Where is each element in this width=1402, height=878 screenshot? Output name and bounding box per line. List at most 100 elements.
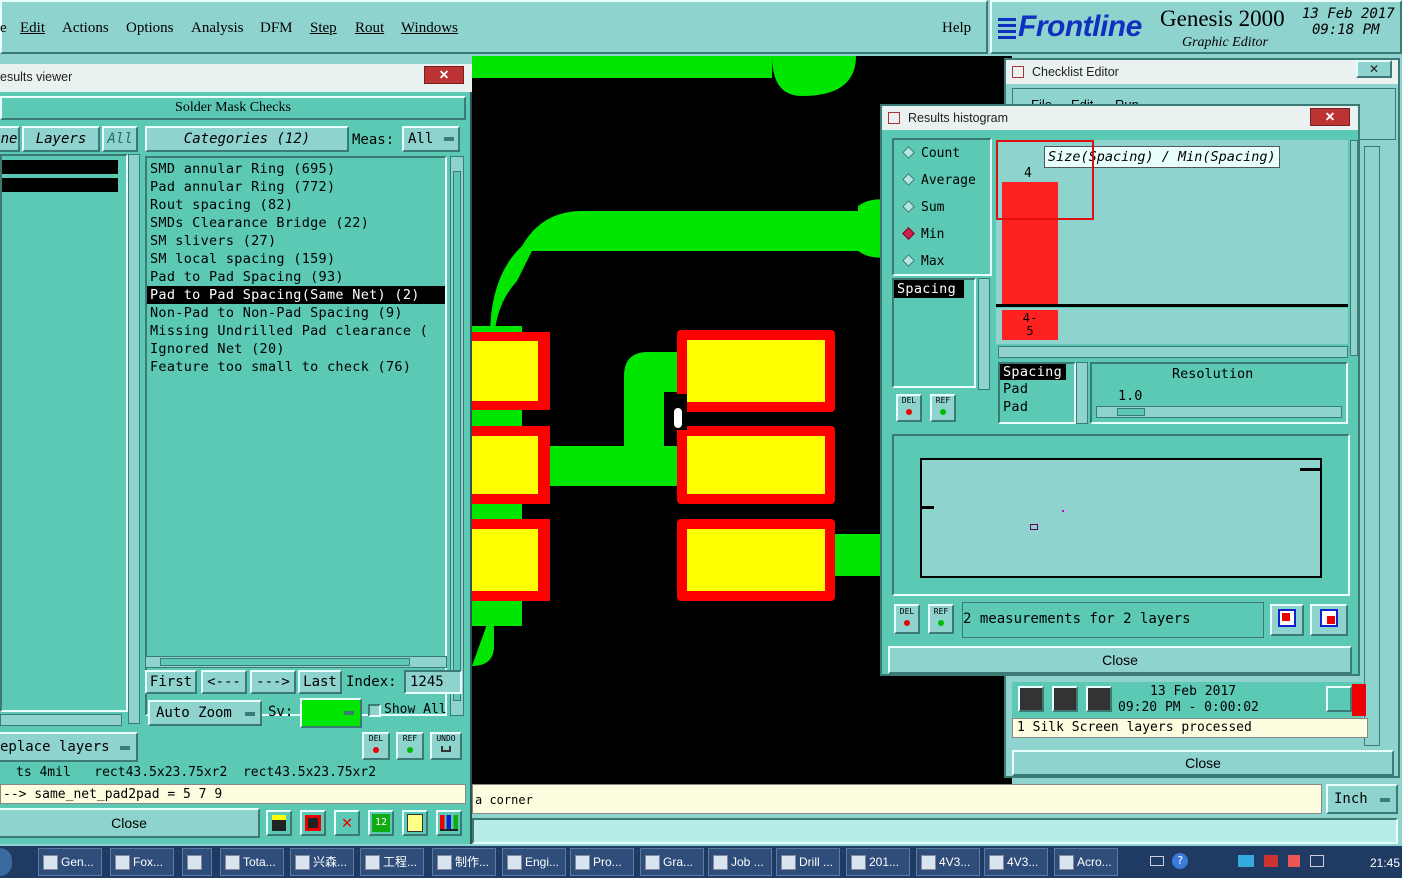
taskbar-item[interactable]: 制作... [432, 848, 496, 876]
menu-windows[interactable]: Windows [401, 20, 458, 37]
mode-average-radio[interactable]: Average [900, 171, 990, 191]
network-icon[interactable] [1238, 855, 1254, 867]
attribute-item-selected[interactable]: Spacing [1000, 364, 1066, 380]
run-tool-icon[interactable] [1086, 686, 1112, 712]
category-item[interactable]: SMD annular Ring (695) [147, 160, 445, 178]
category-item[interactable]: Pad to Pad Spacing (93) [147, 268, 445, 286]
help-icon[interactable]: ? [1172, 853, 1188, 869]
taskbar-item[interactable]: 兴森... [290, 848, 354, 876]
taskbar-item[interactable]: Acro... [1054, 848, 1118, 876]
highlight-tool-icon[interactable] [266, 810, 292, 836]
taskbar-item[interactable]: Gra... [640, 848, 704, 876]
chart-hscroll[interactable] [998, 346, 1348, 358]
menu-help[interactable]: Help [942, 20, 971, 37]
prev-button[interactable]: <--- [201, 670, 247, 694]
category-item-selected[interactable]: Pad to Pad Spacing(Same Net) (2) [147, 286, 445, 304]
resolution-slider[interactable] [1096, 406, 1342, 418]
taskbar-item[interactable]: 201... [846, 848, 910, 876]
attribute-list[interactable]: Spacing Pad Pad [998, 362, 1076, 424]
taskbar-item[interactable]: Engi... [502, 848, 566, 876]
command-line[interactable] [472, 818, 1398, 844]
keyboard-icon[interactable] [1150, 856, 1164, 866]
mode-count-radio[interactable]: Count [900, 144, 990, 164]
category-item[interactable]: SMDs Clearance Bridge (22) [147, 214, 445, 232]
results-viewer-titlebar[interactable]: esults viewer ✕ [0, 64, 472, 92]
replace-layers-dropdown[interactable]: eplace layers [0, 732, 138, 762]
layers-hscroll[interactable] [0, 714, 122, 726]
mode-max-radio[interactable]: Max [900, 252, 990, 272]
taskbar-item[interactable]: 工程... [360, 848, 424, 876]
index-input[interactable]: 1245 [404, 670, 462, 694]
preview-panel[interactable] [892, 434, 1350, 596]
units-dropdown[interactable]: Inch [1326, 784, 1398, 814]
menu-rout[interactable]: Rout [355, 20, 384, 37]
run-tool-icon[interactable] [1018, 686, 1044, 712]
measure-scrollbar[interactable] [978, 278, 990, 390]
slider-thumb[interactable] [1117, 408, 1145, 416]
taskbar-item[interactable]: Drill ... [776, 848, 840, 876]
ref-button[interactable]: REF [396, 732, 424, 760]
categories-hscroll-bar[interactable] [145, 656, 447, 668]
del-button[interactable]: DEL [362, 732, 390, 760]
taskbar-item[interactable]: Tota... [220, 848, 284, 876]
taskbar-item[interactable]: Pro... [570, 848, 634, 876]
chart-vscroll[interactable] [1350, 140, 1358, 356]
hist-ref-button[interactable]: REF [930, 394, 956, 422]
attribute-scrollbar[interactable] [1076, 362, 1088, 424]
category-item[interactable]: Ignored Net (20) [147, 340, 445, 358]
category-item[interactable]: SM slivers (27) [147, 232, 445, 250]
close-icon[interactable]: ✕ [1356, 60, 1392, 78]
layer-row-selected[interactable] [2, 160, 118, 174]
histogram-tool-icon[interactable] [436, 810, 462, 836]
menu-options[interactable]: Options [126, 20, 174, 37]
taskbar-item[interactable]: Job ... [708, 848, 772, 876]
category-item[interactable]: Missing Undrilled Pad clearance ( [147, 322, 445, 340]
run-tool-icon[interactable] [1052, 686, 1078, 712]
taskbar-item[interactable]: 4V3... [916, 848, 980, 876]
next-button[interactable]: ---> [250, 670, 296, 694]
sv-color-dropdown[interactable] [300, 698, 362, 728]
menu-analysis[interactable]: Analysis [191, 20, 244, 37]
layers-scrollbar[interactable] [128, 154, 140, 724]
menu-step[interactable]: Step [310, 20, 337, 37]
histogram-titlebar[interactable]: Results histogram ✕ [882, 106, 1358, 130]
measure-item-selected[interactable]: Spacing [894, 280, 964, 298]
zoom-icon[interactable] [1326, 686, 1352, 712]
report-tool-icon[interactable] [402, 810, 428, 836]
volume-icon[interactable] [1264, 855, 1278, 867]
menu-actions[interactable]: Actions [62, 20, 109, 37]
category-item[interactable]: Rout spacing (82) [147, 196, 445, 214]
remove-tool-icon[interactable]: ✕ [334, 810, 360, 836]
start-button-icon[interactable] [0, 848, 12, 876]
checklist-scrollbar[interactable] [1364, 146, 1380, 746]
measure-list[interactable]: Spacing [892, 278, 976, 388]
display-icon[interactable] [1310, 855, 1324, 867]
tab-ne[interactable]: ne [0, 126, 20, 152]
taskbar-item[interactable]: Gen... [38, 848, 102, 876]
menu-file-partial[interactable]: e [0, 20, 7, 37]
menu-edit[interactable]: Edit [20, 20, 45, 37]
taskbar-item[interactable] [182, 848, 212, 876]
close-icon[interactable]: ✕ [424, 66, 464, 84]
category-item[interactable]: Feature too small to check (76) [147, 358, 445, 376]
checklist-editor-titlebar[interactable]: Checklist Editor ✕ [1006, 60, 1398, 84]
category-item[interactable]: SM local spacing (159) [147, 250, 445, 268]
histogram-chart[interactable]: Size(Spacing) / Min(Spacing) 4 [996, 140, 1348, 306]
attribute-item[interactable]: Pad [1000, 380, 1074, 398]
flag-icon[interactable] [1288, 855, 1300, 867]
close-icon[interactable]: ✕ [1310, 108, 1350, 126]
export-alt-icon[interactable] [1310, 604, 1348, 636]
categories-scrollbar[interactable] [450, 156, 464, 716]
category-item[interactable]: Non-Pad to Non-Pad Spacing (9) [147, 304, 445, 322]
tab-layers[interactable]: Layers [22, 126, 100, 152]
category-item[interactable]: Pad annular Ring (772) [147, 178, 445, 196]
categories-header[interactable]: Categories (12) [145, 126, 349, 152]
hist-ref-bottom-button[interactable]: REF [928, 604, 954, 634]
hist-del-button[interactable]: DEL [896, 394, 922, 422]
export-icon[interactable] [1270, 604, 1304, 636]
bin-label[interactable]: 4- 5 [1002, 310, 1058, 340]
hist-del-bottom-button[interactable]: DEL [894, 604, 920, 634]
checklist-close-button[interactable]: Close [1012, 750, 1394, 776]
menu-dfm[interactable]: DFM [260, 20, 293, 37]
taskbar-item[interactable]: Fox... [110, 848, 174, 876]
